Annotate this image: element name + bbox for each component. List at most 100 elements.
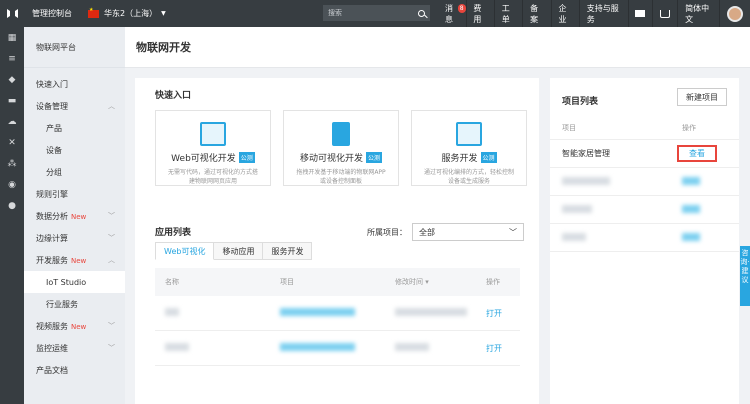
- user-avatar[interactable]: [720, 0, 750, 27]
- web-visual-desc: 无需写代码，通过可视化的方式搭建物联网网页应用: [167, 169, 258, 185]
- chevron-down-icon: ﹀: [509, 227, 517, 237]
- service-dev-desc: 通过可视化编排的方式，轻松控制设备或生成服务: [423, 169, 514, 185]
- sidebar-item-group[interactable]: 分组: [24, 161, 125, 183]
- nav-billing[interactable]: 费用: [466, 0, 494, 27]
- sidebar-item-edge[interactable]: 边缘计算 ﹀: [24, 227, 125, 249]
- nav-support[interactable]: 支持与服务: [580, 0, 628, 27]
- chevron-down-icon: ﹀: [108, 234, 115, 242]
- china-flag-icon: [88, 7, 99, 18]
- chevron-down-icon: ﹀: [108, 344, 115, 352]
- search-icon[interactable]: [418, 9, 425, 17]
- sidebar-item-device-mgmt[interactable]: 设备管理 ︿: [24, 95, 125, 117]
- tab-web-visual[interactable]: Web可视化: [155, 242, 215, 260]
- beta-tag: 公测: [366, 152, 383, 163]
- sidebar-title: 物联网平台: [24, 27, 125, 68]
- sidebar-item-analytics[interactable]: 数据分析 New ﹀: [24, 205, 125, 227]
- open-app-link[interactable]: 打开: [480, 343, 520, 354]
- sidebar-item-product[interactable]: 产品: [24, 117, 125, 139]
- service-dev-card[interactable]: 服务开发 公测 通过可视化编排的方式，轻松控制设备或生成服务: [411, 110, 527, 186]
- sidebar-item-industry[interactable]: 行业服务: [24, 293, 125, 315]
- region-selector[interactable]: 华东2（上海） ▼: [88, 7, 166, 19]
- project-filter: 所属项目： 全部 ﹀: [367, 223, 524, 241]
- top-navigation-bar: 管理控制台 华东2（上海） ▼ 搜索 消息 8 费用 工单 备案 企业 支持与服…: [0, 0, 750, 27]
- circle-icon[interactable]: ●: [0, 195, 24, 216]
- list-icon[interactable]: ≡: [0, 48, 24, 69]
- project-list-title: 项目列表: [562, 97, 599, 107]
- table-row: [550, 168, 739, 196]
- sidebar-item-device[interactable]: 设备: [24, 139, 125, 161]
- web-visual-icon: [200, 122, 226, 146]
- chevron-up-icon: ︿: [108, 256, 115, 264]
- top-nav-links: 消息 8 费用 工单 备案 企业 支持与服务 简体中文: [438, 0, 750, 27]
- table-row: 打开: [155, 331, 520, 366]
- nav-tickets[interactable]: 工单: [495, 0, 523, 27]
- page-title: 物联网开发: [125, 27, 750, 68]
- nav-icp[interactable]: 备案: [523, 0, 551, 27]
- table-header: 项目 操作: [550, 116, 739, 140]
- project-filter-label: 所属项目：: [367, 227, 407, 237]
- search-input[interactable]: 搜索: [323, 5, 430, 21]
- message-count-badge: 8: [457, 4, 466, 13]
- chevron-down-icon: ﹀: [108, 212, 115, 220]
- sidebar-item-rules[interactable]: 规则引擎: [24, 183, 125, 205]
- sidebar-item-monitor[interactable]: 监控运维 ﹀: [24, 337, 125, 359]
- web-visual-name: Web可视化开发: [171, 154, 236, 164]
- tab-service-dev[interactable]: 服务开发: [263, 242, 313, 260]
- chevron-down-icon: ﹀: [108, 322, 115, 330]
- service-dev-icon: [456, 122, 482, 146]
- app-list-title: 应用列表: [155, 228, 192, 238]
- console-link[interactable]: 管理控制台: [32, 8, 72, 19]
- app-table: 名称 项目 修改时间 ▾ 操作 打开 打开: [155, 268, 520, 366]
- sidebar-item-video[interactable]: 视频服务 New ﹀: [24, 315, 125, 337]
- service-dev-name: 服务开发: [441, 154, 478, 164]
- tab-mobile-app[interactable]: 移动应用: [214, 242, 264, 260]
- project-select[interactable]: 全部 ﹀: [412, 223, 524, 241]
- project-table: 项目 操作 智能家居管理 查看: [550, 116, 739, 252]
- sidebar: 物联网平台 快速入门 设备管理 ︿ 产品 设备 分组 规则引擎 数据分析 New ﹀ …: [24, 27, 125, 404]
- language-selector[interactable]: 简体中文: [678, 0, 719, 27]
- nodes-icon[interactable]: ⁂: [0, 153, 24, 174]
- view-project-link[interactable]: 查看: [677, 145, 717, 162]
- app-tabs: Web可视化 移动应用 服务开发: [155, 242, 313, 260]
- mobile-visual-dev-card[interactable]: 移动可视化开发 公测 拖拽开发基于移动端的物联网APP或设备控制面板: [283, 110, 399, 186]
- left-card: 快速入口 Web可视化开发 公测 无需写代码，通过可视化的方式搭建物联网网页应用 …: [135, 78, 539, 404]
- search-placeholder: 搜索: [328, 9, 342, 17]
- mobile-visual-name: 移动可视化开发: [299, 154, 363, 164]
- grid-menu-icon[interactable]: ▦: [0, 27, 24, 48]
- table-row: [550, 224, 739, 252]
- beta-tag: 公测: [480, 152, 497, 163]
- network-icon[interactable]: ✕: [0, 132, 24, 153]
- feedback-float-tab[interactable]: 咨询·建议: [740, 246, 750, 306]
- nav-messages[interactable]: 消息 8: [438, 0, 466, 27]
- table-header: 名称 项目 修改时间 ▾ 操作: [155, 268, 520, 296]
- open-app-link[interactable]: 打开: [480, 308, 520, 319]
- project-name: 智能家居管理: [562, 149, 610, 158]
- mobile-visual-icon: [332, 122, 350, 146]
- mail-icon[interactable]: [628, 0, 652, 27]
- database-icon[interactable]: ▬: [0, 90, 24, 111]
- new-project-button[interactable]: 新建项目: [677, 88, 727, 106]
- sidebar-item-quickstart[interactable]: 快速入门: [24, 73, 125, 95]
- chevron-up-icon: ︿: [108, 102, 115, 110]
- table-row: 智能家居管理 查看: [550, 140, 739, 168]
- sidebar-item-docs[interactable]: 产品文档: [24, 359, 125, 381]
- cart-icon[interactable]: [653, 0, 677, 27]
- project-list-card: 项目列表 新建项目 项目 操作 智能家居管理 查看: [550, 78, 739, 404]
- mobile-visual-desc: 拖拽开发基于移动端的物联网APP或设备控制面板: [296, 169, 386, 185]
- table-row: 打开: [155, 296, 520, 331]
- table-row: [550, 196, 739, 224]
- aliyun-logo-icon[interactable]: [0, 0, 24, 27]
- sidebar-item-dev-service[interactable]: 开发服务 New ︿: [24, 249, 125, 271]
- product-icon-bar: ▦ ≡ ◆ ▬ ☁ ✕ ⁂ ◉ ●: [0, 27, 24, 404]
- globe-icon[interactable]: ◉: [0, 174, 24, 195]
- beta-tag: 公测: [238, 152, 255, 163]
- chevron-down-icon: ▼: [161, 10, 166, 17]
- shield-icon[interactable]: ◆: [0, 69, 24, 90]
- region-label: 华东2（上海）: [104, 9, 158, 18]
- sidebar-item-iot-studio[interactable]: IoT Studio: [24, 271, 125, 293]
- nav-enterprise[interactable]: 企业: [551, 0, 579, 27]
- nav-messages-label: 消息: [445, 3, 453, 24]
- cloud-icon[interactable]: ☁: [0, 111, 24, 132]
- main-content: 物联网开发 快速入口 Web可视化开发 公测 无需写代码，通过可视化的方式搭建物联…: [125, 27, 750, 404]
- web-visual-dev-card[interactable]: Web可视化开发 公测 无需写代码，通过可视化的方式搭建物联网网页应用: [155, 110, 271, 186]
